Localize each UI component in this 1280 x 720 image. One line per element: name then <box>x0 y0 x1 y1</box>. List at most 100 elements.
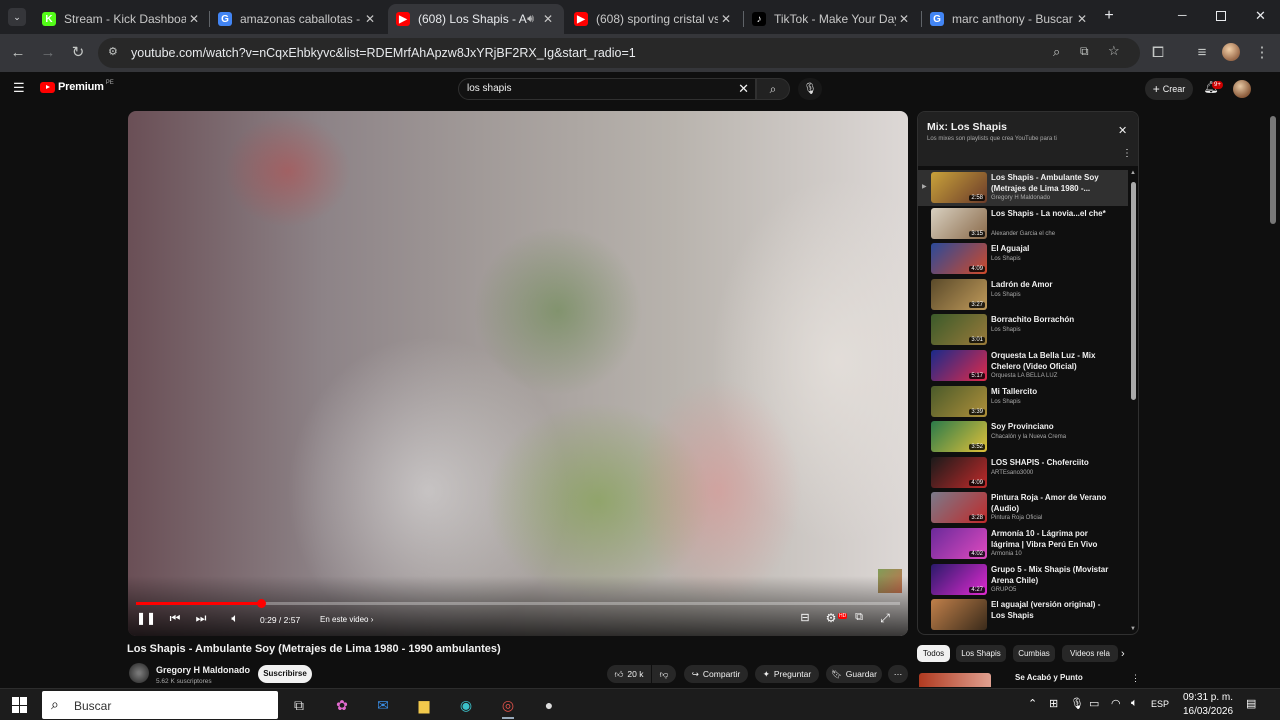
reload-icon[interactable]: ↻ <box>68 43 88 63</box>
pause-icon[interactable]: ❚❚ <box>136 611 156 625</box>
playlist-item-title[interactable]: Mi Tallercito <box>991 386 1116 397</box>
playlist-item[interactable]: 5:17 Orquesta La Bella Luz - Mix Chelero … <box>918 348 1128 384</box>
playlist-item-title[interactable]: Los Shapis - Ambulante Soy (Metrajes de … <box>991 172 1116 194</box>
channel-avatar[interactable] <box>129 663 149 683</box>
browser-tab[interactable]: Gmarc anthony - Buscar con✕ <box>922 4 1098 34</box>
playlist-item-title[interactable]: Soy Provinciano <box>991 421 1116 432</box>
recommendation-thumbnail[interactable] <box>919 673 991 687</box>
playlist-title[interactable]: Mix: Los Shapis <box>927 121 1007 133</box>
playlist-item-thumbnail[interactable] <box>931 599 987 631</box>
playlist-item[interactable]: 4:09 LOS SHAPIS - Choferciito ARTEsano3000 <box>918 455 1128 491</box>
filter-chip[interactable]: Cumbias <box>1013 645 1055 662</box>
language-indicator[interactable]: ESP <box>1151 699 1169 709</box>
video-player[interactable]: ❚❚ ⏮︎ ⏭︎ 🔈︎ 0:29 / 2:57 En este video › … <box>128 111 908 636</box>
playlist-item[interactable]: 3:01 Borrachito Borrachón Los Shapis <box>918 312 1128 348</box>
playlist-item-thumbnail[interactable]: 3:15 <box>931 207 987 239</box>
search-query-text[interactable]: los shapis <box>467 83 511 94</box>
close-tab-icon[interactable]: ✕ <box>540 12 556 26</box>
tab-search-dropdown[interactable]: ⌄ <box>8 8 26 26</box>
playlist-item[interactable]: 4:02 Armonía 10 - Lágrima por lágrima | V… <box>918 526 1128 562</box>
windows-start-icon[interactable] <box>12 697 28 713</box>
filter-chip[interactable]: Los Shapis <box>956 645 1006 662</box>
close-tab-icon[interactable]: ✕ <box>718 12 734 26</box>
battery-tray-icon[interactable]: ▭ <box>1089 697 1099 710</box>
chips-next-arrow-icon[interactable]: › <box>1121 648 1125 660</box>
subscribe-button[interactable]: Suscribirse <box>258 665 312 683</box>
filter-chip[interactable]: Todos <box>917 645 950 662</box>
browser-tab[interactable]: K Stream - Kick Dashboard ✕ <box>34 4 210 34</box>
volume-icon[interactable]: 🔈︎ <box>226 611 244 626</box>
close-playlist-icon[interactable]: ✕ <box>1118 124 1127 137</box>
more-actions-button[interactable]: ⋯ <box>888 665 908 683</box>
close-tab-icon[interactable]: ✕ <box>362 12 378 26</box>
chrome-menu-icon[interactable]: ⋮ <box>1252 43 1272 63</box>
taskbar-search-box[interactable]: ⌕ Buscar <box>42 691 278 719</box>
playlist-item[interactable]: 3:27 Ladrón de Amor Los Shapis <box>918 277 1128 313</box>
close-tab-icon[interactable]: ✕ <box>1074 12 1090 26</box>
playlist-item-thumbnail[interactable]: 4:27 <box>931 563 987 595</box>
playlist-item-title[interactable]: Ladrón de Amor <box>991 279 1116 290</box>
page-scrollbar[interactable] <box>1268 106 1278 686</box>
miniplayer-icon[interactable]: ⧉ <box>850 611 868 624</box>
filter-chip[interactable]: Videos rela <box>1062 645 1118 662</box>
edge-browser-icon[interactable]: ◉ <box>451 693 481 717</box>
playlist-more-icon[interactable]: ⋮ <box>1122 148 1132 159</box>
zoom-icon[interactable]: ⌕ <box>1053 44 1060 60</box>
voice-search-button[interactable]: 🎙︎ <box>798 78 822 100</box>
fullscreen-icon[interactable]: ⤢ <box>876 611 894 626</box>
file-explorer-icon[interactable]: ▆ <box>409 693 439 717</box>
install-app-icon[interactable]: ⧉ <box>1080 44 1089 59</box>
playlist-item-title[interactable]: Los Shapis - La novia...el che* <box>991 208 1116 219</box>
playlist-item-thumbnail[interactable]: 4:02 <box>931 528 987 559</box>
playlist-item-thumbnail[interactable]: 3:52 <box>931 421 987 453</box>
page-scroll-thumb[interactable] <box>1270 116 1276 224</box>
clear-search-icon[interactable]: ✕ <box>738 81 749 97</box>
playlist-item-thumbnail[interactable]: 3:28 <box>931 492 987 524</box>
playlist-item[interactable]: 4:09 El Aguajal Los Shapis <box>918 241 1128 277</box>
chrome-browser-icon[interactable]: ◎ <box>493 693 523 719</box>
playlist-item-title[interactable]: Borrachito Borrachón <box>991 314 1116 325</box>
taskbar-clock[interactable]: 09:31 p. m. 16/03/2026 <box>1181 691 1235 719</box>
playlist-item-title[interactable]: Pintura Roja - Amor de Verano (Audio) <box>991 492 1116 514</box>
close-tab-icon[interactable]: ✕ <box>186 12 202 26</box>
playlist-item[interactable]: El aguajal (versión original) - Los Shap… <box>918 597 1128 633</box>
url-text[interactable]: youtube.com/watch?v=nCqxEhbkyvc&list=RDE… <box>131 46 636 60</box>
next-icon[interactable]: ⏭︎ <box>192 611 210 626</box>
close-window-icon[interactable]: ✕ <box>1255 8 1266 24</box>
wifi-tray-icon[interactable]: ◠ <box>1111 697 1121 710</box>
guide-menu-icon[interactable]: ☰ <box>13 80 25 96</box>
playlist-scrollbar[interactable]: ▲ ▼ <box>1129 170 1137 634</box>
playlist-item[interactable]: ▶ 2:58 Los Shapis - Ambulante Soy (Metraje… <box>918 170 1128 206</box>
playlist-item-thumbnail[interactable]: 4:09 <box>931 243 987 275</box>
site-info-icon[interactable]: ⚙ <box>108 45 118 58</box>
back-arrow-icon[interactable]: ← <box>8 43 28 63</box>
playlist-item-title[interactable]: LOS SHAPIS - Choferciito <box>991 457 1116 468</box>
playlist-scroll-thumb[interactable] <box>1131 182 1136 400</box>
playlist-item-title[interactable]: Orquesta La Bella Luz - Mix Chelero (Vid… <box>991 350 1116 372</box>
playlist-item-title[interactable]: El aguajal (versión original) - Los Shap… <box>991 599 1116 621</box>
playlist-item-title[interactable]: Grupo 5 - Mix Shapis (Movistar Arena Chi… <box>991 564 1116 586</box>
maximize-window-icon[interactable] <box>1216 11 1226 21</box>
minimize-window-icon[interactable]: ─ <box>1178 8 1187 22</box>
playlist-item-thumbnail[interactable]: 3:01 <box>931 314 987 346</box>
subtitles-icon[interactable]: ⊟ <box>796 611 814 624</box>
forward-arrow-icon[interactable]: → <box>38 43 58 63</box>
save-button[interactable]: 🔖︎ Guardar <box>826 665 882 683</box>
progress-bar[interactable] <box>136 599 900 608</box>
close-tab-icon[interactable]: ✕ <box>896 12 912 26</box>
playlist-item-title[interactable]: El Aguajal <box>991 243 1116 254</box>
notification-center-icon[interactable]: ▤ <box>1246 697 1256 710</box>
playlist-item[interactable]: 4:27 Grupo 5 - Mix Shapis (Movistar Arena… <box>918 562 1128 598</box>
playlist-item-thumbnail[interactable]: 2:58 <box>931 172 987 203</box>
extensions-icon[interactable]: ⧠ <box>1148 43 1168 63</box>
volume-tray-icon[interactable]: 🔈︎ <box>1131 697 1138 710</box>
search-input[interactable]: los shapis ✕ <box>458 78 756 100</box>
browser-tab[interactable]: Gamazonas caballotas - Bus✕ <box>210 4 386 34</box>
dislike-button[interactable]: 👎︎ <box>652 665 676 683</box>
scroll-down-icon[interactable]: ▼ <box>1130 626 1136 632</box>
previous-icon[interactable]: ⏮︎ <box>166 611 184 626</box>
playlist-item[interactable]: 3:15 Los Shapis - La novia...el che* Alexa… <box>918 206 1128 242</box>
tab-audio-icon[interactable]: 🔊︎ <box>527 13 534 26</box>
network-tray-icon[interactable]: ⊞ <box>1049 697 1058 710</box>
youtube-premium-logo[interactable]: Premium PE <box>40 80 114 93</box>
